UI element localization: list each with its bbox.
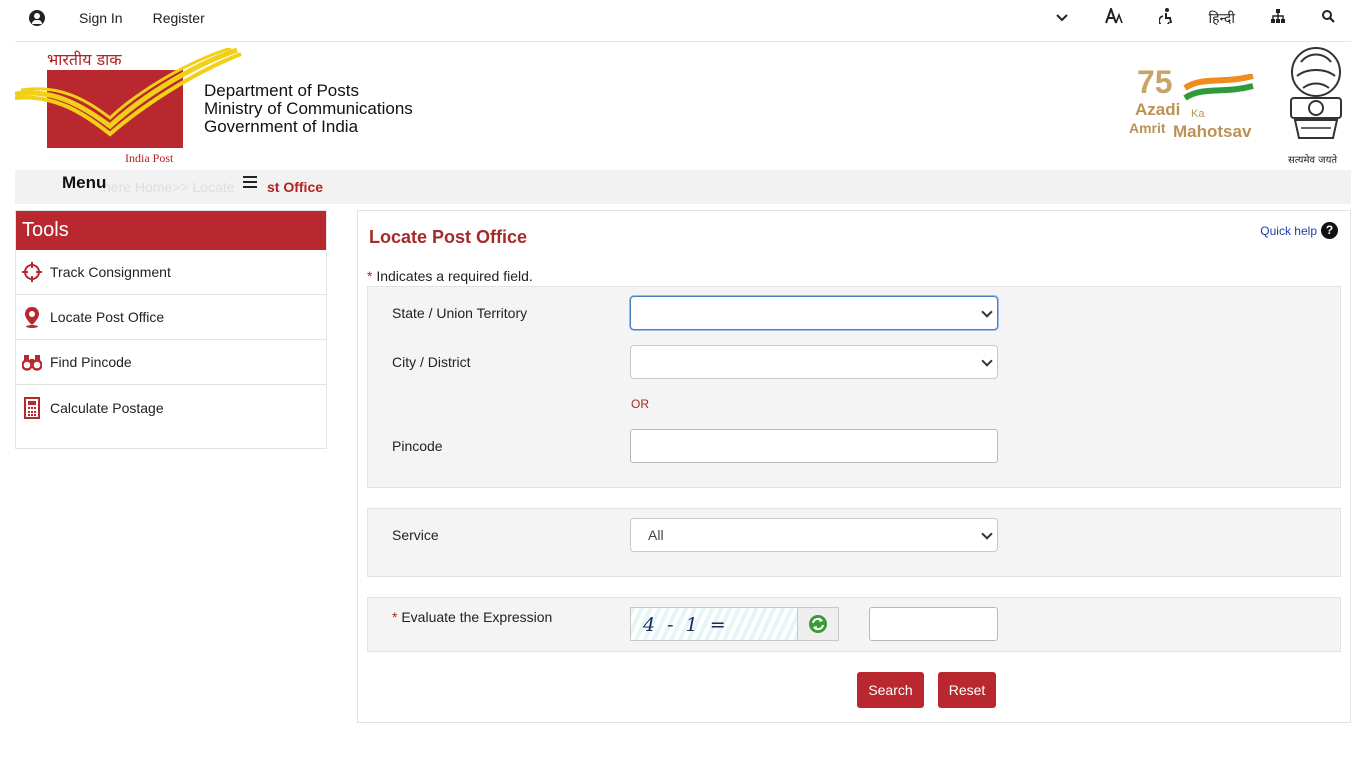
dept-line-3: Government of India (204, 117, 359, 136)
sidebar-item-label: Calculate Postage (50, 399, 164, 416)
sidebar-item-label: Track Consignment (50, 264, 171, 280)
azadi-mahotsav: Mahotsav (1173, 122, 1252, 141)
captcha-required-star: * (392, 609, 398, 625)
department-title: Department of Posts Ministry of Communic… (204, 82, 413, 136)
captcha-label-text: Evaluate the Expression (401, 609, 553, 625)
pincode-input[interactable] (630, 429, 998, 463)
azadi-75: 75 (1137, 64, 1173, 100)
chevron-down-icon[interactable] (1055, 10, 1069, 27)
search-button[interactable]: Search (857, 672, 924, 708)
help-icon: ? (1321, 222, 1338, 239)
chevron-down-icon (981, 306, 993, 318)
tools-title: Tools (16, 211, 326, 250)
sidebar-item-label: Find Pincode (50, 354, 132, 370)
logo-english-text: India Post (125, 151, 174, 165)
sidebar-item-label: Locate Post Office (50, 309, 165, 325)
sign-in-link[interactable]: Sign In (79, 10, 123, 26)
state-label: State / Union Territory (392, 305, 528, 321)
site-header: भारतीय डाक India Post Department of Post… (15, 44, 1351, 168)
quick-help-link[interactable]: Quick help ? (1260, 222, 1338, 239)
lion-capital-icon (1290, 47, 1342, 139)
user-icon[interactable] (29, 10, 45, 26)
city-label: City / District (392, 354, 471, 370)
pincode-label: Pincode (392, 438, 443, 454)
sidebar-item-calculate-postage[interactable]: Calculate Postage (16, 385, 326, 430)
location-fields-panel: State / Union Territory City / District … (367, 286, 1341, 488)
hindi-language-toggle[interactable]: हिन्दी (1209, 9, 1235, 28)
crosshair-icon (22, 261, 42, 283)
azadi-ka: Ka (1191, 108, 1205, 120)
quick-help-label: Quick help (1260, 223, 1317, 238)
top-bar: Sign In Register हिन्दी (15, 0, 1351, 42)
search-icon[interactable] (1321, 9, 1335, 27)
or-separator: OR (631, 397, 649, 411)
sitemap-icon[interactable] (1271, 9, 1285, 27)
captcha-image: 4 - 1 = (630, 607, 839, 641)
azadi-word: Azadi (1135, 100, 1181, 119)
menu-breadcrumb-bar: here Home>> Locate Menu st Office (15, 170, 1351, 204)
reset-button[interactable]: Reset (938, 672, 996, 708)
sidebar-item-track-consignment[interactable]: Track Consignment (16, 250, 326, 295)
required-field-note: * Indicates a required field. (367, 268, 533, 284)
national-emblem: सत्यमेव जयते (1281, 44, 1351, 168)
map-pin-icon (22, 306, 42, 328)
captcha-label: * Evaluate the Expression (392, 609, 552, 625)
refresh-captcha-button[interactable] (797, 607, 839, 641)
accessibility-icon[interactable] (1157, 8, 1173, 28)
state-select[interactable] (630, 296, 998, 330)
service-panel: Service All (367, 508, 1341, 577)
register-link[interactable]: Register (153, 10, 205, 26)
account-links: Sign In Register (29, 10, 235, 26)
calculator-icon (22, 396, 42, 419)
dept-line-2: Ministry of Communications (204, 99, 413, 118)
breadcrumb-current: st Office (267, 179, 324, 195)
text-size-icon[interactable] (1104, 6, 1123, 28)
service-label: Service (392, 527, 439, 543)
captcha-panel: * Evaluate the Expression 4 - 1 = (367, 597, 1341, 652)
service-select-value: All (648, 527, 664, 543)
sidebar-item-locate-post-office[interactable]: Locate Post Office (16, 295, 326, 340)
refresh-icon (809, 615, 827, 633)
azadi-amrit: Amrit (1129, 120, 1166, 136)
flag-wave-icon (1183, 74, 1254, 101)
breadcrumb-faded: here Home>> Locate (103, 179, 235, 195)
chevron-down-icon (981, 528, 993, 540)
azadi-ka-amrit-mahotsav-logo: 75 Azadi Ka Amrit Mahotsav (1129, 64, 1265, 144)
hamburger-icon[interactable] (243, 176, 257, 188)
sidebar-item-find-pincode[interactable]: Find Pincode (16, 340, 326, 385)
menu-button[interactable]: Menu (62, 173, 106, 193)
binoculars-icon (22, 351, 42, 373)
captcha-answer-input[interactable] (869, 607, 998, 641)
service-select[interactable]: All (630, 518, 998, 552)
dept-line-1: Department of Posts (204, 81, 359, 100)
page-title: Locate Post Office (369, 227, 528, 247)
locate-post-office-form: Locate Post Office Quick help ? * Indica… (357, 210, 1351, 723)
utility-icons: हिन्दी (1019, 6, 1335, 28)
emblem-motto: सत्यमेव जयते (1288, 155, 1338, 166)
required-note-text: Indicates a required field. (372, 268, 533, 284)
tools-sidebar: Tools Track Consignment Locate Post Offi… (15, 210, 327, 449)
chevron-down-icon (981, 355, 993, 367)
city-select[interactable] (630, 345, 998, 379)
captcha-expression: 4 - 1 = (643, 614, 729, 636)
